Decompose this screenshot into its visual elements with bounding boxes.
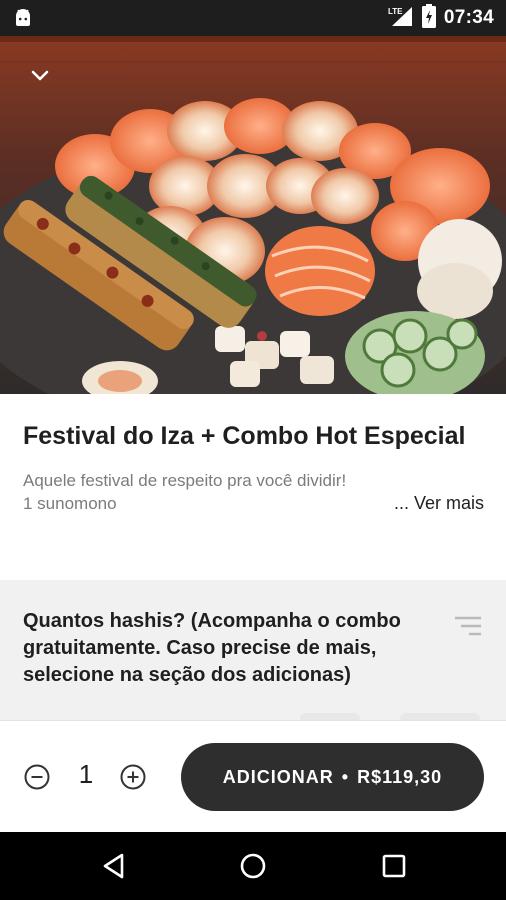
option-placeholder: [400, 713, 480, 720]
product-detail-screen: LTE 07:34 Festival do Iza + Combo Hot Es…: [0, 0, 506, 900]
filter-list-icon[interactable]: [454, 615, 482, 637]
add-to-cart-button[interactable]: ADICIONAR • R$119,30: [181, 743, 484, 811]
add-button-label: ADICIONAR: [222, 766, 334, 787]
sushi-platter-image: [0, 36, 506, 394]
svg-text:LTE: LTE: [388, 7, 403, 16]
add-button-separator: •: [341, 766, 350, 787]
minus-circle-icon[interactable]: [24, 764, 50, 790]
description-line: 1 sunomono: [23, 494, 117, 513]
back-icon[interactable]: [100, 852, 128, 880]
description-row: 1 sunomono ... Ver mais: [23, 492, 484, 515]
product-info: Festival do Iza + Combo Hot Especial Aqu…: [0, 394, 506, 580]
plus-circle-icon[interactable]: [120, 764, 146, 790]
home-icon[interactable]: [239, 852, 267, 880]
status-icons: LTE 07:34: [388, 3, 494, 33]
battery-charging-icon: [421, 3, 436, 33]
description-line: Aquele festival de respeito pra você div…: [23, 471, 347, 490]
options-question: Quantos hashis? (Acompanha o combo gratu…: [23, 610, 401, 686]
options-section: Quantos hashis? (Acompanha o combo gratu…: [0, 580, 506, 720]
android-icon: [12, 7, 34, 29]
recents-icon[interactable]: [380, 852, 408, 880]
see-more-link[interactable]: ... Ver mais: [394, 492, 484, 515]
lte-signal-icon: LTE: [388, 5, 414, 32]
chevron-down-icon: [30, 69, 50, 83]
product-description: Aquele festival de respeito pra você div…: [23, 469, 484, 515]
product-photo: [0, 36, 506, 394]
add-button-price: R$119,30: [357, 766, 443, 787]
add-to-cart-bar: 1 ADICIONAR • R$119,30: [0, 720, 506, 832]
collapse-button[interactable]: [24, 60, 56, 92]
status-bar: LTE 07:34: [0, 0, 506, 36]
navigation-bar: [0, 832, 506, 900]
status-time: 07:34: [443, 7, 494, 28]
option-placeholder: [300, 713, 360, 720]
quantity-value: 1: [78, 759, 94, 789]
product-title: Festival do Iza + Combo Hot Especial: [23, 422, 466, 450]
